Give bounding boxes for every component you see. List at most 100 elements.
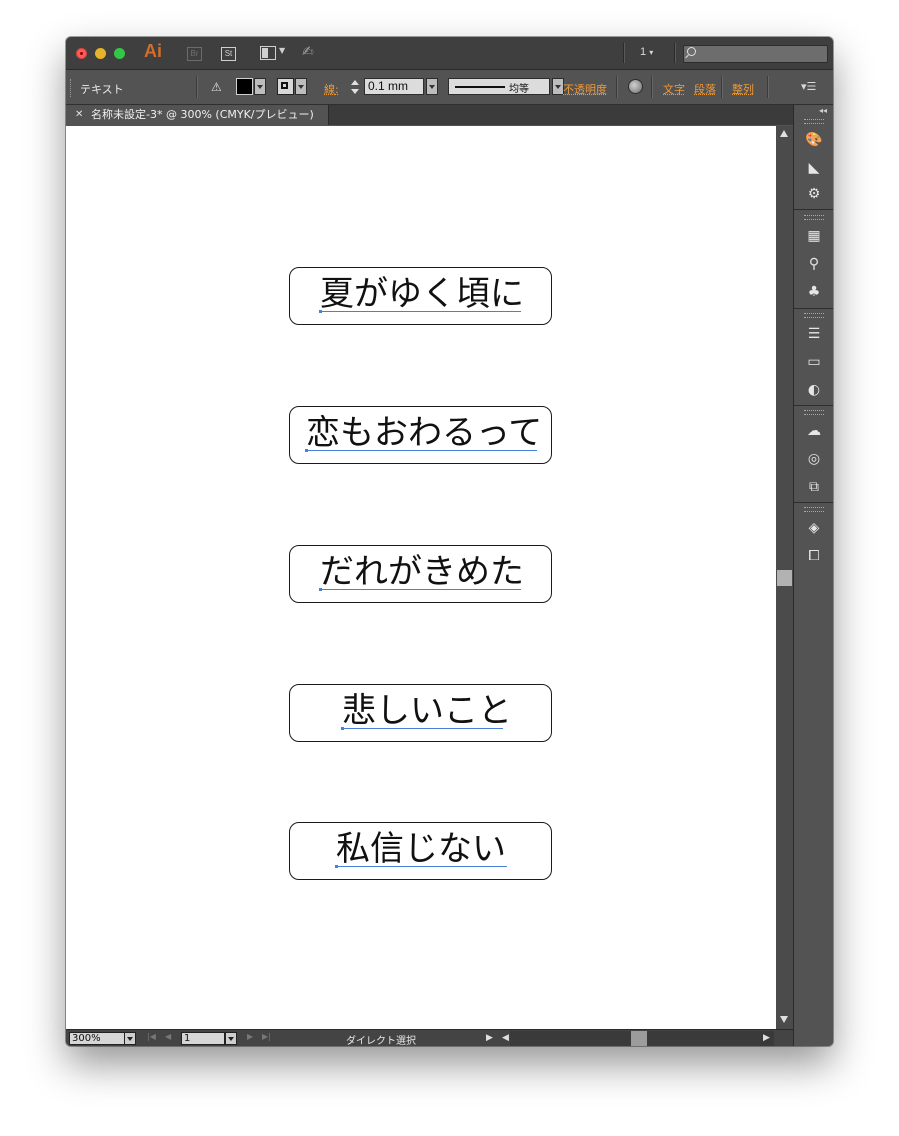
stroke-weight-field[interactable]: 0.1 mm	[364, 78, 424, 95]
text-frame-content[interactable]: 夏がゆく頃に	[320, 274, 524, 314]
artboards-icon[interactable]: ⧠	[805, 547, 823, 565]
vertical-scroll-thumb[interactable]	[777, 570, 792, 586]
text-frame-1[interactable]: 夏がゆく頃に	[289, 267, 552, 325]
gpu-performance-icon[interactable]: ✍	[302, 44, 314, 60]
panel-group-grip[interactable]	[804, 119, 824, 124]
control-bar-menu-icon[interactable]: ▾☰	[801, 80, 816, 93]
titlebar-divider	[623, 43, 625, 63]
document-tab[interactable]: ✕ 名称未設定-3* @ 300% (CMYK/プレビュー)	[66, 105, 329, 125]
arrange-documents-caret-icon[interactable]: ▼	[279, 46, 285, 55]
first-artboard-icon[interactable]: |◀	[147, 1032, 156, 1041]
text-frame-2[interactable]: 恋もおわるって	[289, 406, 552, 464]
current-tool-label: テキスト	[80, 83, 124, 96]
color-palette-icon[interactable]: 🎨	[805, 131, 823, 149]
bridge-button[interactable]: Br	[187, 47, 202, 61]
scroll-up-icon[interactable]	[780, 130, 788, 137]
zoom-window-button[interactable]	[114, 48, 125, 59]
status-bar: 300% |◀ ◀ 1 ▶ ▶| ダイレクト選択 ▶ ◀ ▶	[66, 1029, 793, 1046]
previous-artboard-icon[interactable]: ◀	[165, 1032, 171, 1041]
chevron-down-icon: ▾	[649, 48, 654, 57]
align-panel-link[interactable]: 整列	[732, 81, 754, 97]
stroke-weight-stepper[interactable]	[349, 79, 361, 96]
stroke-panel-link[interactable]: 線:	[324, 81, 339, 97]
illustrator-window: Ai Br St ▼ ✍ 1 ▾ テキスト ⚠ 線: 0.1 mm 均等 不透明…	[66, 37, 833, 1046]
text-frame-3[interactable]: だれがきめた	[289, 545, 552, 603]
opacity-panel-link[interactable]: 不透明度	[563, 81, 607, 97]
zoom-dropdown[interactable]	[124, 1032, 136, 1045]
text-frame-content[interactable]: 悲しいこと	[342, 691, 512, 731]
text-anchor-point[interactable]	[319, 310, 322, 313]
next-artboard-icon[interactable]: ▶	[247, 1032, 253, 1041]
creative-cloud-libraries-icon[interactable]: ☁	[805, 422, 823, 440]
scroll-down-icon[interactable]	[780, 1016, 788, 1023]
close-window-button[interactable]	[76, 48, 87, 59]
text-anchor-point[interactable]	[335, 865, 338, 868]
panel-group-grip[interactable]	[804, 313, 824, 318]
collapse-dock-icon[interactable]: ◂◂	[819, 106, 827, 115]
scroll-left-icon[interactable]: ◀	[502, 1033, 509, 1043]
close-tab-icon[interactable]: ✕	[75, 105, 83, 125]
text-anchor-point[interactable]	[305, 449, 308, 452]
recolor-artwork-icon[interactable]	[628, 79, 643, 94]
paragraph-panel-link[interactable]: 段落	[694, 81, 716, 97]
scroll-right-icon[interactable]: ▶	[763, 1033, 770, 1043]
horizontal-scroll-thumb[interactable]	[631, 1031, 647, 1046]
artboard-number-field[interactable]: 1	[181, 1032, 225, 1045]
transparency-icon[interactable]: ◐	[805, 381, 823, 399]
control-divider	[651, 76, 653, 98]
warning-icon[interactable]: ⚠	[211, 80, 222, 94]
panel-group-grip[interactable]	[804, 507, 824, 512]
image-trace-icon[interactable]: ⚙	[805, 185, 823, 203]
text-anchor-point[interactable]	[341, 727, 344, 730]
variable-width-profile[interactable]: 均等	[448, 78, 550, 95]
text-frame-content[interactable]: 恋もおわるって	[306, 413, 542, 453]
fill-color-dropdown[interactable]	[254, 78, 266, 95]
control-bar-grip[interactable]	[70, 79, 73, 97]
gradient-icon[interactable]: ▭	[805, 353, 823, 371]
text-frame-content[interactable]: 私信じない	[336, 829, 506, 869]
text-baseline	[337, 866, 507, 867]
horizontal-scrollbar[interactable]	[510, 1031, 774, 1046]
artboard-dropdown[interactable]	[225, 1032, 237, 1045]
document-tab-title: 名称未設定-3* @ 300% (CMYK/プレビュー)	[91, 108, 314, 121]
app-logo: Ai	[144, 41, 162, 61]
layers-icon[interactable]: ◈	[805, 519, 823, 537]
text-anchor-point[interactable]	[319, 588, 322, 591]
last-artboard-icon[interactable]: ▶|	[262, 1032, 271, 1041]
panel-group-divider	[794, 209, 833, 210]
panel-group-grip[interactable]	[804, 215, 824, 220]
panel-dock: ◂◂ 🎨 ◣ ⚙ ▦ ⚲ ♣ ☰ ▭ ◐ ☁ ◎ ⧉ ◈ ⧠	[793, 105, 833, 1046]
panel-group-divider	[794, 308, 833, 309]
stroke-weight-dropdown[interactable]	[426, 78, 438, 95]
stroke-color-swatch[interactable]	[277, 78, 294, 95]
text-frame-5[interactable]: 私信じない	[289, 822, 552, 880]
artboard-canvas[interactable]: 夏がゆく頃に 恋もおわるって だれがきめた 悲しいこと 私信じない	[66, 126, 776, 1029]
brushes-icon[interactable]: ⚲	[805, 255, 823, 273]
zoom-level-field[interactable]: 300%	[69, 1032, 125, 1045]
workspace-switcher[interactable]: 1 ▾	[640, 46, 653, 58]
arrange-documents-icon[interactable]	[260, 46, 276, 60]
control-divider	[767, 76, 769, 98]
swatches-icon[interactable]: ▦	[805, 227, 823, 245]
symbols-icon[interactable]: ♣	[805, 283, 823, 301]
character-panel-link[interactable]: 文字	[663, 81, 685, 97]
text-baseline	[321, 311, 521, 312]
stroke-preview-line	[455, 86, 505, 88]
stroke-color-dropdown[interactable]	[295, 78, 307, 95]
document-tab-strip: ✕ 名称未設定-3* @ 300% (CMYK/プレビュー)	[66, 105, 793, 125]
panel-group-grip[interactable]	[804, 410, 824, 415]
text-frame-content[interactable]: だれがきめた	[320, 552, 524, 592]
minimize-window-button[interactable]	[95, 48, 106, 59]
transform-icon[interactable]: ⧉	[805, 478, 823, 496]
fill-color-swatch[interactable]	[236, 78, 253, 95]
stroke-panel-icon[interactable]: ☰	[805, 325, 823, 343]
stock-button[interactable]: St	[221, 47, 236, 61]
search-icon	[687, 47, 696, 56]
appearance-icon[interactable]: ◎	[805, 450, 823, 468]
color-guide-icon[interactable]: ◣	[805, 159, 823, 177]
vertical-scrollbar[interactable]	[776, 126, 793, 1029]
text-frame-4[interactable]: 悲しいこと	[289, 684, 552, 742]
text-baseline	[307, 450, 537, 451]
search-input[interactable]	[683, 45, 828, 63]
status-menu-arrow-icon[interactable]: ▶	[486, 1033, 493, 1043]
